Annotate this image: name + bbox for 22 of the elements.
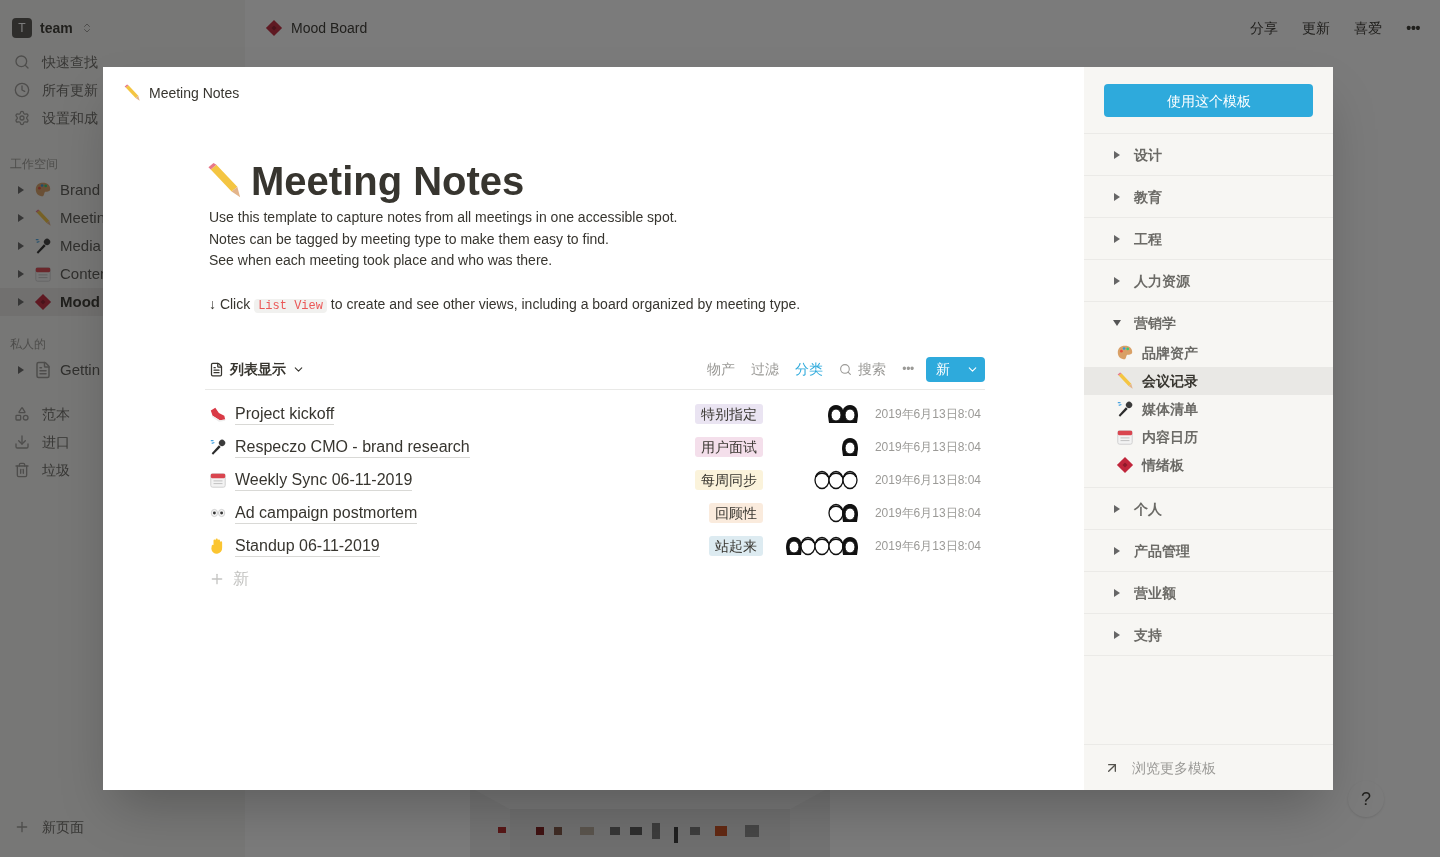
tag: 特别指定	[694, 404, 763, 424]
workspace-avatar: T	[12, 18, 32, 38]
description-text: Use this template to capture notes from all meetings in one accessible spot.	[209, 208, 679, 227]
page-title: Meeting Notes	[251, 158, 525, 205]
page-title: Conter	[60, 263, 106, 284]
tag: 回顾性	[708, 503, 763, 523]
hint-text: ↓ Click List View to create and see other views, including a board organized by meeting type.	[209, 294, 802, 315]
date-text: 2019年6月13日8:04	[874, 505, 981, 521]
date-text: 2019年6月13日8:04	[874, 406, 981, 422]
tag: 站起来	[708, 536, 763, 556]
page-title: Brand	[60, 179, 101, 200]
description-text: Notes can be tagged by meeting type to make them easy to find.	[209, 229, 610, 249]
date-text: 2019年6月13日8:04	[874, 538, 981, 554]
tag: 每周同步	[694, 470, 763, 490]
tag: 用户面试	[694, 437, 763, 457]
description-text: See when each meeting took place and who was there.	[209, 251, 554, 270]
page-title: Meetin	[60, 207, 106, 228]
date-text: 2019年6月13日8:04	[874, 439, 981, 455]
date-text: 2019年6月13日8:04	[874, 472, 981, 488]
page-title: Mood	[60, 291, 100, 312]
page-title: Media	[60, 235, 101, 256]
page-title: Gettin	[60, 359, 101, 380]
